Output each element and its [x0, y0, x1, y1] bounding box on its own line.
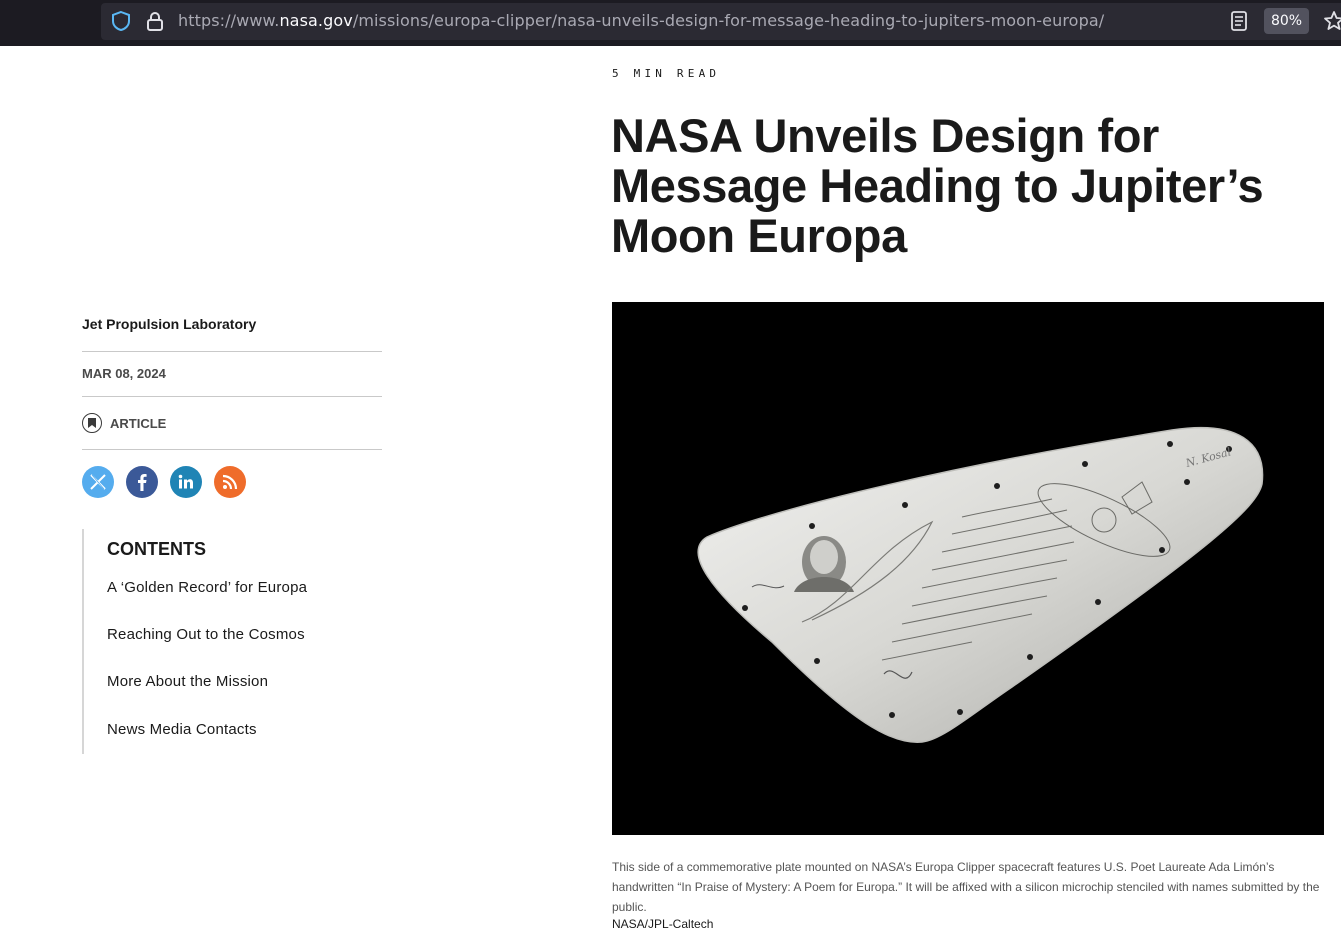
toc-item-golden-record[interactable]: A ‘Golden Record’ for Europa	[107, 579, 307, 596]
facebook-icon	[138, 474, 147, 491]
reader-view-icon[interactable]	[1228, 9, 1250, 33]
share-facebook-button[interactable]	[126, 466, 158, 498]
article-type-label: ARTICLE	[110, 415, 167, 431]
share-rss-button[interactable]	[214, 466, 246, 498]
zoom-level-button[interactable]: 80%	[1264, 8, 1309, 34]
linkedin-icon	[178, 474, 193, 489]
browser-toolbar: https://www.nasa.gov/missions/europa-cli…	[0, 0, 1341, 46]
url-host: nasa.gov	[279, 11, 353, 30]
table-of-contents: CONTENTS A ‘Golden Record’ for Europa Re…	[82, 529, 382, 754]
bookmark-star-icon[interactable]	[1322, 9, 1341, 33]
toc-item-reaching-out[interactable]: Reaching Out to the Cosmos	[107, 626, 305, 643]
divider	[82, 449, 382, 450]
share-x-button[interactable]	[82, 466, 114, 498]
toc-item-media-contacts[interactable]: News Media Contacts	[107, 721, 257, 738]
lock-icon[interactable]	[144, 10, 166, 32]
page-title: NASA Unveils Design for Message Heading …	[611, 109, 1264, 262]
image-caption: This side of a commemorative plate mount…	[612, 860, 1320, 914]
author-name[interactable]: Jet Propulsion Laboratory	[82, 316, 256, 332]
contents-heading: CONTENTS	[107, 539, 206, 559]
toc-item-about-mission[interactable]: More About the Mission	[107, 673, 268, 690]
rss-icon	[222, 474, 238, 490]
url-path: /missions/europa-clipper/nasa-unveils-de…	[352, 11, 1105, 30]
divider	[82, 351, 382, 352]
image-credit: NASA/JPL-Caltech	[612, 917, 714, 931]
tracking-protection-shield-icon[interactable]	[110, 10, 132, 32]
publish-date: MAR 08, 2024	[82, 366, 166, 381]
read-time: 5 MIN READ	[612, 67, 721, 80]
hero-image: N. Kosal	[612, 302, 1324, 835]
divider	[82, 396, 382, 397]
x-icon	[90, 474, 106, 490]
url-text[interactable]: https://www.nasa.gov/missions/europa-cli…	[178, 11, 1104, 30]
commemorative-plate-illustration: N. Kosal	[697, 426, 1264, 743]
bookmark-icon	[82, 413, 102, 433]
share-buttons	[82, 466, 246, 498]
share-linkedin-button[interactable]	[170, 466, 202, 498]
article-type: ARTICLE	[82, 412, 166, 434]
